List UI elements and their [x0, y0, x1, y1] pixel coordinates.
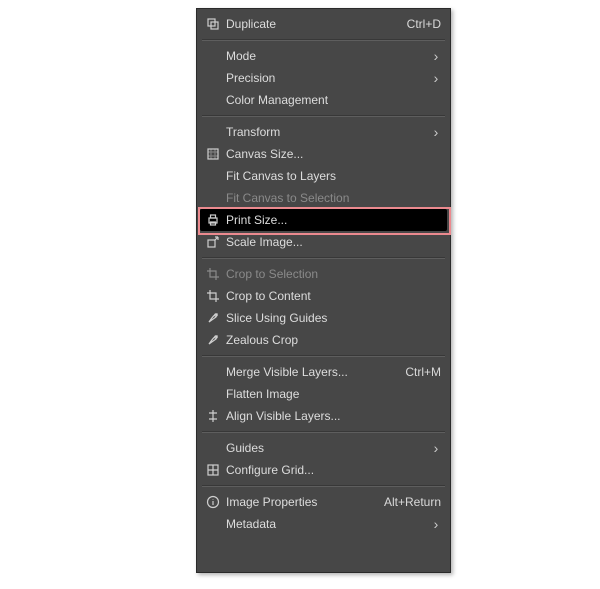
- menu-item-label: Duplicate: [226, 17, 407, 31]
- menu-separator: [202, 431, 445, 433]
- menu-item-label: Mode: [226, 49, 429, 63]
- menu-item-fit-canvas-selection: Fit Canvas to Selection: [200, 187, 447, 209]
- menu-item-label: Slice Using Guides: [226, 311, 447, 325]
- menu-item-configure-grid[interactable]: Configure Grid...: [200, 459, 447, 481]
- duplicate-icon: [200, 17, 226, 31]
- menu-item-label: Transform: [226, 125, 429, 139]
- menu-item-color-management[interactable]: Color Management: [200, 89, 447, 111]
- menu-item-label: Flatten Image: [226, 387, 447, 401]
- menu-item-transform[interactable]: Transform›: [200, 121, 447, 143]
- menu-item-label: Crop to Selection: [226, 267, 447, 281]
- menu-item-label: Print Size...: [226, 213, 447, 227]
- menu-item-mode[interactable]: Mode›: [200, 45, 447, 67]
- crop-icon: [200, 267, 226, 281]
- menu-item-label: Crop to Content: [226, 289, 447, 303]
- menu-item-label: Merge Visible Layers...: [226, 365, 405, 379]
- crop-icon: [200, 289, 226, 303]
- menu-item-duplicate[interactable]: DuplicateCtrl+D: [200, 13, 447, 35]
- menu-item-label: Scale Image...: [226, 235, 447, 249]
- align-icon: [200, 409, 226, 423]
- menu-item-align-visible[interactable]: Align Visible Layers...: [200, 405, 447, 427]
- scale-icon: [200, 235, 226, 249]
- menu-separator: [202, 115, 445, 117]
- grid-icon: [200, 463, 226, 477]
- slice-icon: [200, 311, 226, 325]
- menu-item-zealous-crop[interactable]: Zealous Crop: [200, 329, 447, 351]
- menu-item-shortcut: Ctrl+M: [405, 365, 447, 379]
- menu-item-crop-selection: Crop to Selection: [200, 263, 447, 285]
- menu-item-label: Zealous Crop: [226, 333, 447, 347]
- menu-item-label: Metadata: [226, 517, 429, 531]
- menu-item-label: Configure Grid...: [226, 463, 447, 477]
- image-context-menu: DuplicateCtrl+DMode›Precision›Color Mana…: [196, 8, 451, 573]
- submenu-arrow-icon: ›: [429, 49, 447, 63]
- menu-item-fit-canvas-layers[interactable]: Fit Canvas to Layers: [200, 165, 447, 187]
- menu-item-label: Fit Canvas to Layers: [226, 169, 447, 183]
- canvas-size-icon: [200, 147, 226, 161]
- menu-separator: [202, 257, 445, 259]
- menu-item-label: Image Properties: [226, 495, 384, 509]
- submenu-arrow-icon: ›: [429, 441, 447, 455]
- submenu-arrow-icon: ›: [429, 71, 447, 85]
- menu-item-slice-guides[interactable]: Slice Using Guides: [200, 307, 447, 329]
- menu-item-canvas-size[interactable]: Canvas Size...: [200, 143, 447, 165]
- menu-item-label: Align Visible Layers...: [226, 409, 447, 423]
- menu-item-metadata[interactable]: Metadata›: [200, 513, 447, 535]
- menu-item-print-size[interactable]: Print Size...: [200, 209, 447, 231]
- menu-separator: [202, 39, 445, 41]
- menu-separator: [202, 485, 445, 487]
- info-icon: [200, 495, 226, 509]
- menu-item-merge-visible[interactable]: Merge Visible Layers...Ctrl+M: [200, 361, 447, 383]
- menu-item-label: Color Management: [226, 93, 447, 107]
- menu-item-label: Fit Canvas to Selection: [226, 191, 447, 205]
- menu-item-crop-content[interactable]: Crop to Content: [200, 285, 447, 307]
- menu-item-label: Guides: [226, 441, 429, 455]
- slice-icon: [200, 333, 226, 347]
- menu-separator: [202, 355, 445, 357]
- submenu-arrow-icon: ›: [429, 125, 447, 139]
- menu-item-shortcut: Alt+Return: [384, 495, 447, 509]
- menu-item-flatten-image[interactable]: Flatten Image: [200, 383, 447, 405]
- menu-item-label: Canvas Size...: [226, 147, 447, 161]
- menu-item-label: Precision: [226, 71, 429, 85]
- menu-item-shortcut: Ctrl+D: [407, 17, 447, 31]
- print-icon: [200, 213, 226, 227]
- menu-item-scale-image[interactable]: Scale Image...: [200, 231, 447, 253]
- menu-item-guides[interactable]: Guides›: [200, 437, 447, 459]
- menu-item-precision[interactable]: Precision›: [200, 67, 447, 89]
- submenu-arrow-icon: ›: [429, 517, 447, 531]
- menu-item-image-properties[interactable]: Image PropertiesAlt+Return: [200, 491, 447, 513]
